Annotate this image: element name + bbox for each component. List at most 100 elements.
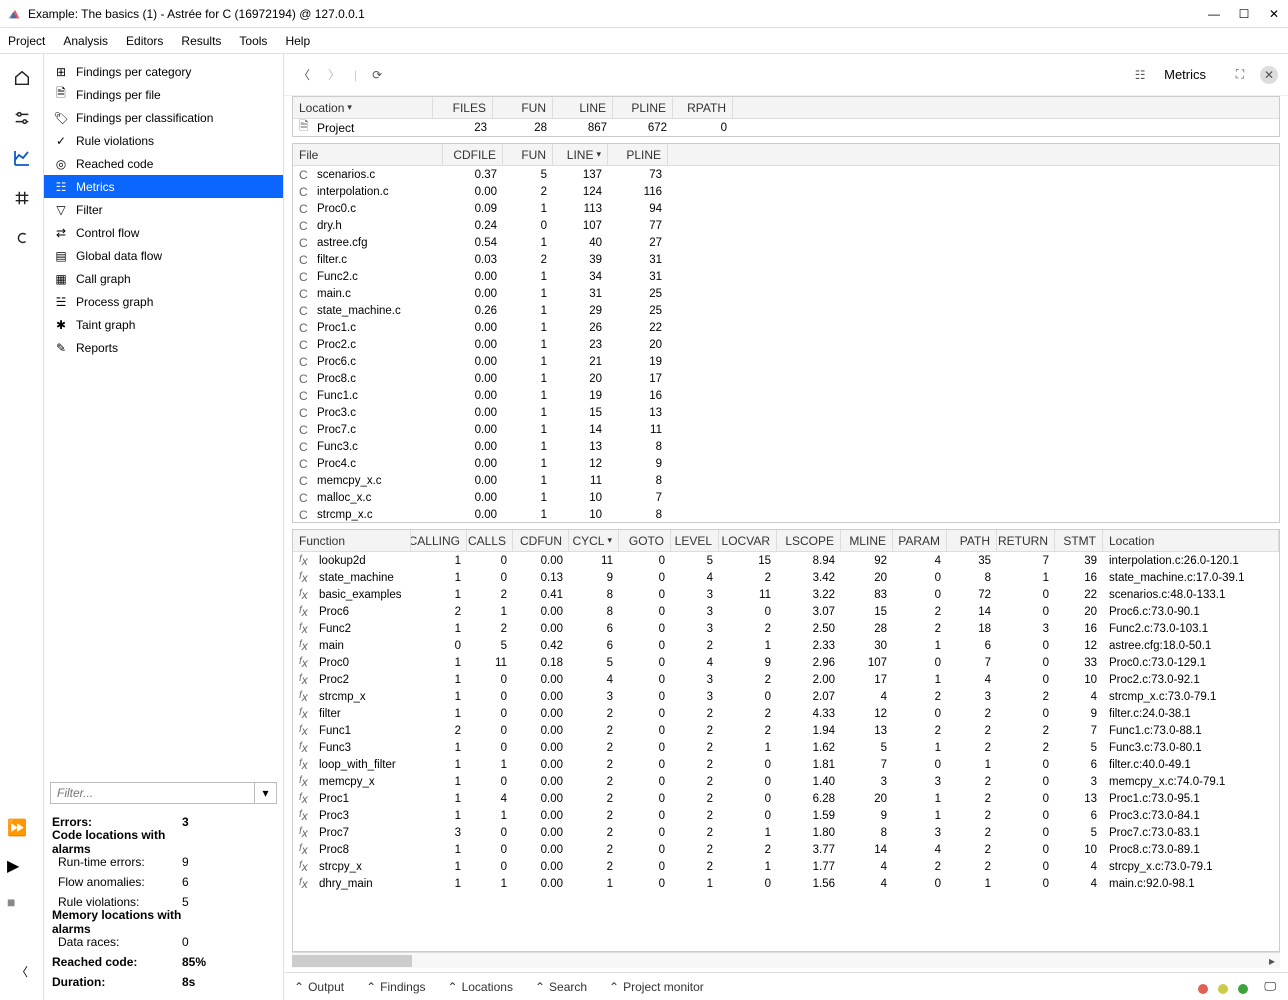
nav-item-findings-per-file[interactable]: 🗎Findings per file xyxy=(44,83,283,106)
menu-help[interactable]: Help xyxy=(285,34,310,48)
menu-project[interactable]: Project xyxy=(8,34,45,48)
close-panel-icon[interactable]: ✕ xyxy=(1260,66,1278,84)
nav-item-reached-code[interactable]: ◎Reached code xyxy=(44,152,283,175)
file-row[interactable]: Castree.cfg0.5414027 xyxy=(293,234,1279,251)
file-row[interactable]: Cmalloc_x.c0.001107 xyxy=(293,489,1279,506)
file-row[interactable]: CFunc1.c0.0011916 xyxy=(293,387,1279,404)
file-row[interactable]: CProc7.c0.0011411 xyxy=(293,421,1279,438)
function-row[interactable]: fxProc6210.0080303.0715214020Proc6.c:73.… xyxy=(293,603,1279,620)
file-row[interactable]: CProc3.c0.0011513 xyxy=(293,404,1279,421)
fast-forward-icon[interactable]: ⏩ xyxy=(7,818,27,838)
file-row[interactable]: CProc4.c0.001129 xyxy=(293,455,1279,472)
nav-filter[interactable]: ▾ xyxy=(50,782,277,804)
nav-item-findings-per-classification[interactable]: 🏷Findings per classification xyxy=(44,106,283,129)
function-row[interactable]: fxFunc3100.0020211.6251225Func3.c:73.0-8… xyxy=(293,739,1279,756)
close-button[interactable]: ✕ xyxy=(1268,8,1280,20)
minimize-button[interactable]: ― xyxy=(1208,8,1220,20)
col-level[interactable]: LEVEL xyxy=(671,530,719,551)
nav-item-reports[interactable]: ✎Reports xyxy=(44,336,283,359)
col-rpath[interactable]: RPATH xyxy=(673,97,733,118)
file-row[interactable]: Cstrcmp_x.c0.001108 xyxy=(293,506,1279,523)
col-param[interactable]: PARAM xyxy=(893,530,947,551)
file-row[interactable]: CProc6.c0.0012119 xyxy=(293,353,1279,370)
file-row[interactable]: Cscenarios.c0.37513773 xyxy=(293,166,1279,183)
output-tab-output[interactable]: ⌃ Output xyxy=(294,980,344,994)
nav-item-taint-graph[interactable]: ✱Taint graph xyxy=(44,313,283,336)
sliders-icon[interactable] xyxy=(12,108,32,128)
col-pline[interactable]: PLINE xyxy=(613,97,673,118)
horizontal-scrollbar[interactable]: ◂ ▸ xyxy=(292,952,1280,968)
dropdown-icon[interactable]: ▾ xyxy=(254,783,276,803)
file-row[interactable]: CProc1.c0.0012622 xyxy=(293,319,1279,336)
output-tab-project-monitor[interactable]: ⌃ Project monitor xyxy=(609,980,704,994)
col-stmt[interactable]: STMT xyxy=(1055,530,1103,551)
function-row[interactable]: fxProc01110.1850492.9610707033Proc0.c:73… xyxy=(293,654,1279,671)
nav-item-control-flow[interactable]: ⇄Control flow xyxy=(44,221,283,244)
nav-item-rule-violations[interactable]: ✓Rule violations xyxy=(44,129,283,152)
file-row[interactable]: CFunc3.c0.001138 xyxy=(293,438,1279,455)
col-pline2[interactable]: PLINE xyxy=(608,144,668,165)
col-line2[interactable]: LINE▾ xyxy=(553,144,608,165)
monitor-icon[interactable]: 🖵 xyxy=(1264,979,1276,994)
maximize-button[interactable]: ☐ xyxy=(1238,8,1250,20)
collapse-panel-icon[interactable]: 〈 xyxy=(16,963,28,980)
function-row[interactable]: fxProc3110.0020201.5991206Proc3.c:73.0-8… xyxy=(293,807,1279,824)
home-icon[interactable] xyxy=(12,68,32,88)
file-row[interactable]: CProc2.c0.0012320 xyxy=(293,336,1279,353)
col-location[interactable]: Location▾ xyxy=(293,97,433,118)
nav-item-filter[interactable]: ▽Filter xyxy=(44,198,283,221)
menu-tools[interactable]: Tools xyxy=(239,34,267,48)
function-row[interactable]: fxProc7300.0020211.8083205Proc7.c:73.0-8… xyxy=(293,824,1279,841)
col-line[interactable]: LINE xyxy=(553,97,613,118)
function-row[interactable]: fxProc2100.0040322.001714010Proc2.c:73.0… xyxy=(293,671,1279,688)
output-tab-findings[interactable]: ⌃ Findings xyxy=(366,980,425,994)
stop-icon[interactable]: ■ xyxy=(7,894,27,910)
refresh-icon[interactable]: ⟳ xyxy=(367,65,387,85)
nav-item-process-graph[interactable]: ☱Process graph xyxy=(44,290,283,313)
file-row[interactable]: Cinterpolation.c0.002124116 xyxy=(293,183,1279,200)
col-locvar[interactable]: LOCVAR xyxy=(719,530,777,551)
function-row[interactable]: fxbasic_examples120.41803113.2283072022s… xyxy=(293,586,1279,603)
col-location2[interactable]: Location xyxy=(1103,530,1279,551)
file-row[interactable]: Cmemcpy_x.c0.001118 xyxy=(293,472,1279,489)
project-row[interactable]: 🗎Project 23 28 867 672 0 xyxy=(293,119,1279,136)
nav-item-global-data-flow[interactable]: ▤Global data flow xyxy=(44,244,283,267)
menu-editors[interactable]: Editors xyxy=(126,34,163,48)
function-row[interactable]: fxfilter100.0020224.33120209filter.c:24.… xyxy=(293,705,1279,722)
play-icon[interactable]: ▶ xyxy=(7,856,27,876)
nav-filter-input[interactable] xyxy=(51,783,254,803)
col-calling[interactable]: CALLING xyxy=(411,530,467,551)
function-row[interactable]: fxFunc1200.0020221.94132227Func1.c:73.0-… xyxy=(293,722,1279,739)
function-row[interactable]: fxstate_machine100.1390423.422008116stat… xyxy=(293,569,1279,586)
chart-icon[interactable] xyxy=(12,148,32,168)
forward-icon[interactable]: 〉 xyxy=(324,65,344,85)
function-row[interactable]: fxProc1140.0020206.282012013Proc1.c:73.0… xyxy=(293,790,1279,807)
function-row[interactable]: fxstrcpy_x100.0020211.7742204strcpy_x.c:… xyxy=(293,858,1279,875)
col-path[interactable]: PATH xyxy=(947,530,997,551)
file-row[interactable]: Cfilter.c0.0323931 xyxy=(293,251,1279,268)
function-row[interactable]: fxmain050.4260212.333016012astree.cfg:18… xyxy=(293,637,1279,654)
fullscreen-icon[interactable]: ⛶ xyxy=(1230,65,1250,85)
file-row[interactable]: Cstate_machine.c0.2612925 xyxy=(293,302,1279,319)
col-mline[interactable]: MLINE xyxy=(841,530,893,551)
col-cdfun[interactable]: CDFUN xyxy=(513,530,569,551)
col-function[interactable]: Function xyxy=(293,530,411,551)
col-cycl[interactable]: CYCL▾ xyxy=(569,530,619,551)
function-row[interactable]: fxlookup2d100.001105158.9492435739interp… xyxy=(293,552,1279,569)
function-row[interactable]: fxstrcmp_x100.0030302.0742324strcmp_x.c:… xyxy=(293,688,1279,705)
output-tab-search[interactable]: ⌃ Search xyxy=(535,980,587,994)
col-calls[interactable]: CALLS xyxy=(467,530,513,551)
function-row[interactable]: fxFunc2120.0060322.5028218316Func2.c:73.… xyxy=(293,620,1279,637)
menu-results[interactable]: Results xyxy=(181,34,221,48)
back-icon[interactable]: 〈 xyxy=(294,65,314,85)
col-file[interactable]: File xyxy=(293,144,443,165)
function-row[interactable]: fxProc8100.0020223.771442010Proc8.c:73.0… xyxy=(293,841,1279,858)
col-cdfile[interactable]: CDFILE xyxy=(443,144,503,165)
file-row[interactable]: CFunc2.c0.0013431 xyxy=(293,268,1279,285)
col-return[interactable]: RETURN xyxy=(997,530,1055,551)
col-files[interactable]: FILES xyxy=(433,97,493,118)
function-row[interactable]: fxdhry_main110.0010101.5640104main.c:92.… xyxy=(293,875,1279,892)
grid-icon[interactable] xyxy=(12,188,32,208)
output-tab-locations[interactable]: ⌃ Locations xyxy=(448,980,513,994)
col-goto[interactable]: GOTO xyxy=(619,530,671,551)
